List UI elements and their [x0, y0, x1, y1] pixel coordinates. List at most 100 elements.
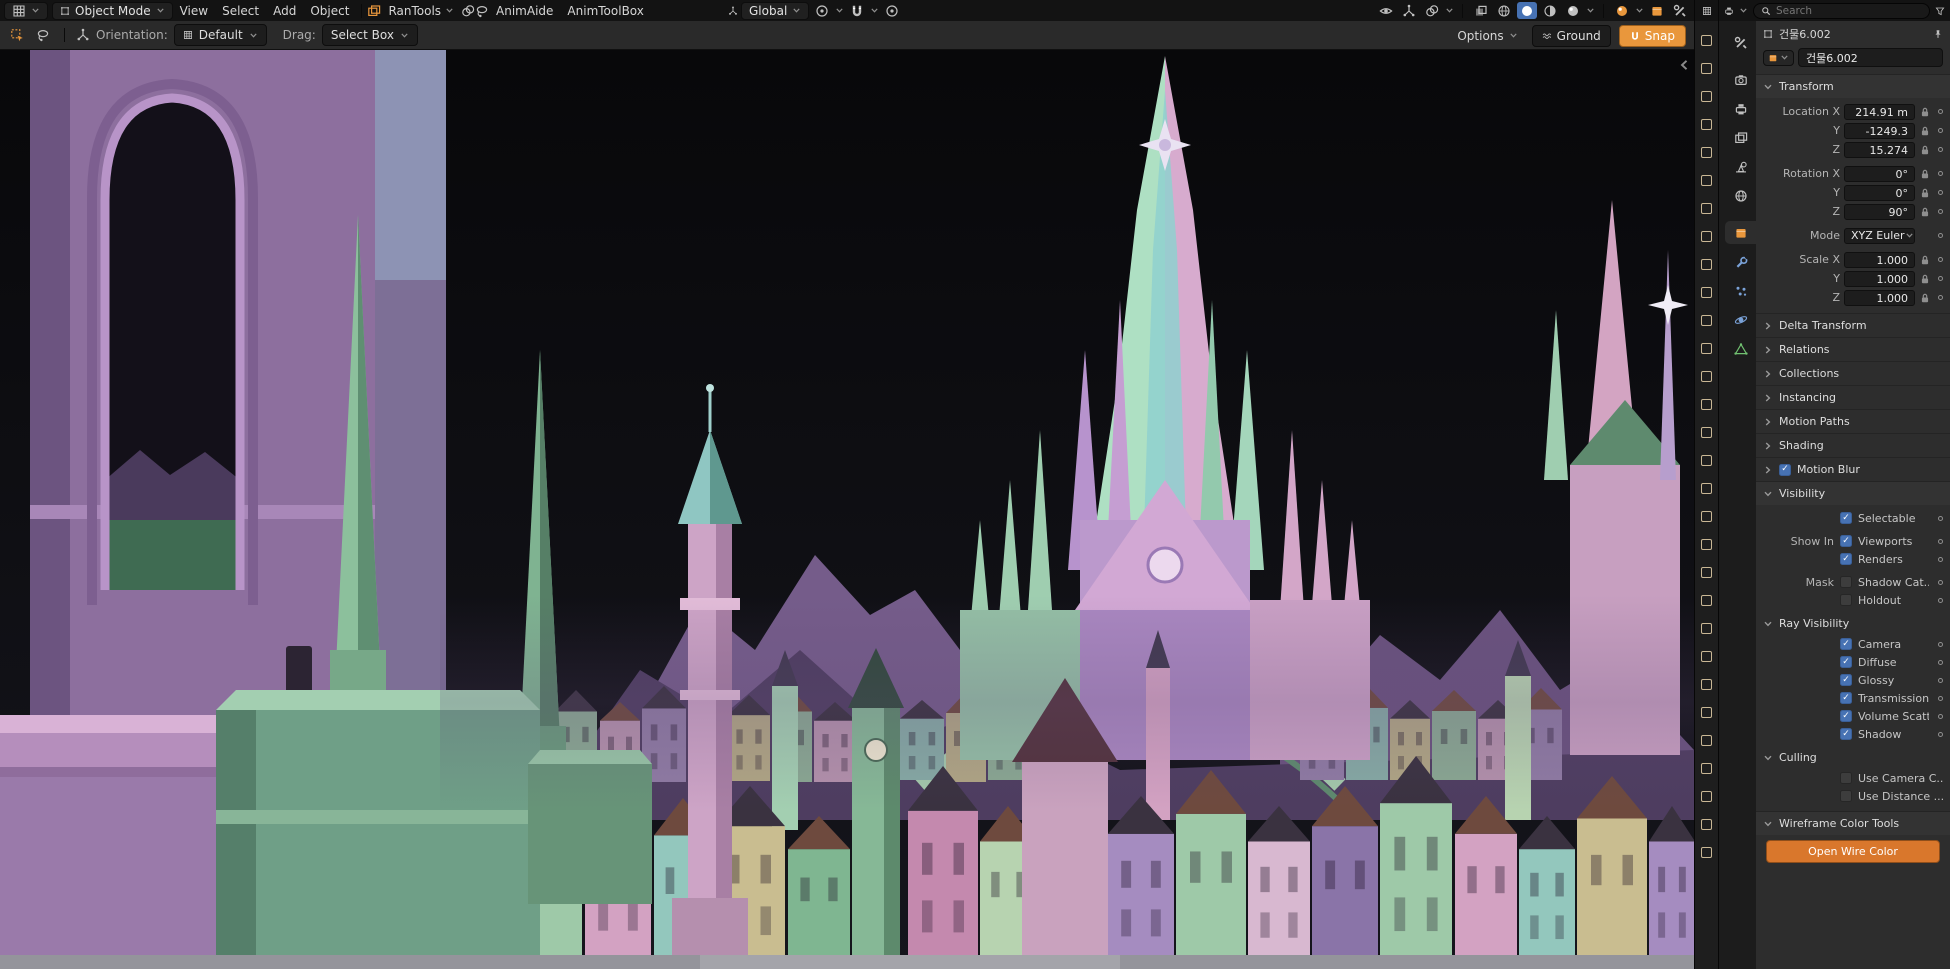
animate-decorator[interactable]	[1938, 233, 1943, 238]
gizmo-settings-icon[interactable]	[76, 28, 90, 42]
outliner-object-icon[interactable]	[1701, 259, 1712, 270]
tab-object-data[interactable]	[1725, 337, 1756, 360]
editor-type-button[interactable]	[4, 2, 48, 20]
outliner-object-icon[interactable]	[1701, 63, 1712, 74]
pivot-point-button[interactable]	[812, 2, 832, 19]
addon-overlay-icon[interactable]	[461, 4, 475, 18]
panel-motion-paths[interactable]: Motion Paths	[1756, 409, 1950, 433]
outliner-object-icon[interactable]	[1701, 287, 1712, 298]
camera-cull-checkbox[interactable]	[1840, 772, 1852, 784]
volume-scatter-checkbox[interactable]	[1840, 710, 1852, 722]
menu-rantools[interactable]: RanTools	[381, 3, 461, 19]
animate-decorator[interactable]	[1938, 516, 1943, 521]
shading-solid-button[interactable]	[1517, 2, 1537, 19]
outliner-object-icon[interactable]	[1701, 175, 1712, 186]
subpanel-culling[interactable]: Culling	[1756, 743, 1950, 769]
selectable-checkbox[interactable]	[1840, 512, 1852, 524]
object-id-selector[interactable]	[1763, 50, 1794, 66]
animate-decorator[interactable]	[1938, 660, 1943, 665]
animate-decorator[interactable]	[1938, 209, 1943, 214]
animate-decorator[interactable]	[1938, 128, 1943, 133]
renders-checkbox[interactable]	[1840, 553, 1852, 565]
properties-search[interactable]	[1753, 3, 1930, 19]
outliner-object-icon[interactable]	[1701, 539, 1712, 550]
panel-visibility-header[interactable]: Visibility	[1756, 481, 1950, 505]
animate-decorator[interactable]	[1938, 276, 1943, 281]
transform-orientation-select[interactable]: Global	[741, 2, 809, 20]
proportional-editing-button[interactable]	[882, 2, 902, 19]
tab-view-layer[interactable]	[1725, 126, 1756, 149]
animate-decorator[interactable]	[1938, 732, 1943, 737]
shadow-catcher-checkbox[interactable]	[1840, 576, 1852, 588]
transmission-checkbox[interactable]	[1840, 692, 1852, 704]
panel-transform-header[interactable]: Transform	[1756, 74, 1950, 98]
outliner-object-icon[interactable]	[1701, 511, 1712, 522]
rotation-y-field[interactable]: 0°	[1844, 185, 1915, 201]
addon-button-1[interactable]	[1647, 2, 1667, 19]
lock-icon[interactable]	[1919, 168, 1931, 180]
sidebar-toggle-icon[interactable]	[1677, 58, 1691, 72]
tab-output[interactable]	[1725, 97, 1756, 120]
outliner-object-icon[interactable]	[1701, 231, 1712, 242]
menu-object[interactable]: Object	[303, 3, 356, 19]
panel-relations[interactable]: Relations	[1756, 337, 1950, 361]
lock-icon[interactable]	[1919, 254, 1931, 266]
animate-decorator[interactable]	[1938, 295, 1943, 300]
animate-decorator[interactable]	[1938, 109, 1943, 114]
options-dropdown[interactable]: Options	[1451, 26, 1523, 46]
shading-material-button[interactable]	[1540, 2, 1560, 19]
animate-decorator[interactable]	[1938, 696, 1943, 701]
object-type-visibility-button[interactable]	[1376, 2, 1396, 19]
animate-decorator[interactable]	[1938, 580, 1943, 585]
outliner-object-icon[interactable]	[1701, 623, 1712, 634]
menu-animaide[interactable]: AnimAide	[489, 3, 560, 19]
toggle-xray-button[interactable]	[1471, 2, 1491, 19]
subpanel-ray-visibility[interactable]: Ray Visibility	[1756, 609, 1950, 635]
outliner-object-icon[interactable]	[1701, 595, 1712, 606]
scale-x-field[interactable]: 1.000	[1844, 252, 1915, 268]
outliner-object-icon[interactable]	[1701, 791, 1712, 802]
outliner-object-icon[interactable]	[1701, 455, 1712, 466]
ground-toggle-button[interactable]: Ground	[1532, 25, 1611, 47]
menu-view[interactable]: View	[173, 3, 215, 19]
tab-world[interactable]	[1725, 184, 1756, 207]
object-name-input[interactable]	[1798, 48, 1943, 67]
panel-wireframe-color-tools[interactable]: Wireframe Color Tools	[1756, 811, 1950, 835]
rotation-x-field[interactable]: 0°	[1844, 166, 1915, 182]
scene-render[interactable]	[0, 50, 1694, 969]
scale-z-field[interactable]: 1.000	[1844, 290, 1915, 306]
snap-toggle-button[interactable]	[847, 2, 867, 19]
lock-icon[interactable]	[1919, 187, 1931, 199]
show-overlays-button[interactable]	[1422, 2, 1442, 19]
animate-decorator[interactable]	[1938, 714, 1943, 719]
outliner-object-icon[interactable]	[1701, 819, 1712, 830]
outliner-object-icon[interactable]	[1701, 567, 1712, 578]
search-input[interactable]	[1776, 5, 1922, 17]
animate-decorator[interactable]	[1938, 678, 1943, 683]
distance-cull-checkbox[interactable]	[1840, 790, 1852, 802]
addon-button-2[interactable]	[1670, 2, 1690, 19]
outliner-object-icon[interactable]	[1701, 427, 1712, 438]
viewport-canvas[interactable]	[0, 50, 1694, 969]
animate-decorator[interactable]	[1938, 171, 1943, 176]
animate-decorator[interactable]	[1938, 642, 1943, 647]
outliner-object-icon[interactable]	[1701, 483, 1712, 494]
panel-shading[interactable]: Shading	[1756, 433, 1950, 457]
lasso-tool-button[interactable]	[33, 27, 53, 44]
snap-button[interactable]: Snap	[1619, 25, 1686, 47]
outliner-object-icon[interactable]	[1701, 679, 1712, 690]
animate-decorator[interactable]	[1938, 190, 1943, 195]
tab-physics[interactable]	[1725, 308, 1756, 331]
mode-select[interactable]: Object Mode	[52, 2, 173, 20]
shadow-checkbox[interactable]	[1840, 728, 1852, 740]
animate-decorator[interactable]	[1938, 147, 1943, 152]
outliner-object-icon[interactable]	[1701, 847, 1712, 858]
outliner-object-icon[interactable]	[1701, 371, 1712, 382]
outliner-editor-icon[interactable]	[1702, 6, 1712, 16]
lock-icon[interactable]	[1919, 144, 1931, 156]
rantools-icon[interactable]	[367, 4, 381, 18]
animate-decorator[interactable]	[1938, 539, 1943, 544]
outliner-object-icon[interactable]	[1701, 735, 1712, 746]
outliner-object-icon[interactable]	[1701, 119, 1712, 130]
drag-select[interactable]: Select Box	[322, 24, 418, 46]
